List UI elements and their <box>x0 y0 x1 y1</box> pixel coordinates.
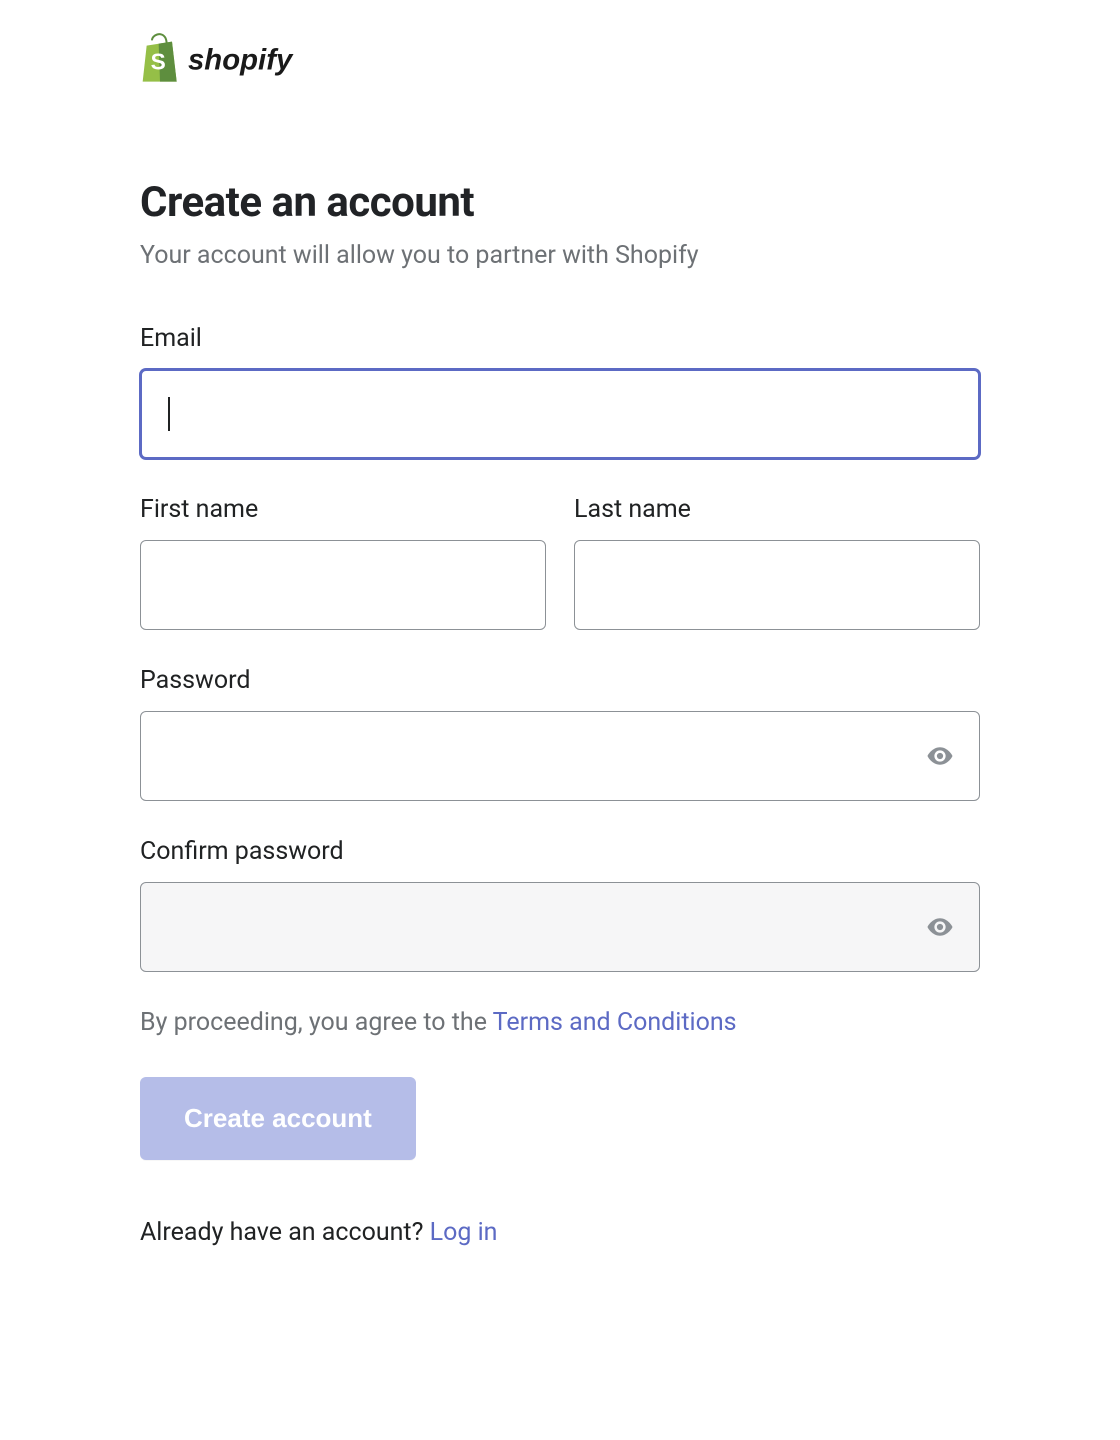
svg-text:S: S <box>151 49 166 75</box>
eye-icon <box>925 912 955 942</box>
email-label: Email <box>140 324 980 353</box>
terms-prefix: By proceeding, you agree to the <box>140 1008 493 1037</box>
text-cursor <box>168 397 170 431</box>
terms-and-conditions-link[interactable]: Terms and Conditions <box>493 1008 737 1037</box>
page-title: Create an account <box>140 178 980 227</box>
toggle-password-visibility-button[interactable] <box>922 738 958 774</box>
page-subtitle: Your account will allow you to partner w… <box>140 241 980 270</box>
create-account-button[interactable]: Create account <box>140 1077 416 1160</box>
last-name-input[interactable] <box>574 540 980 630</box>
eye-icon <box>925 741 955 771</box>
terms-text: By proceeding, you agree to the Terms an… <box>140 1008 980 1037</box>
first-name-input[interactable] <box>140 540 546 630</box>
email-input[interactable] <box>140 369 980 459</box>
brand-logo: S shopify <box>140 30 980 88</box>
confirm-password-input[interactable] <box>140 882 980 972</box>
password-input[interactable] <box>140 711 980 801</box>
shopify-bag-icon: S shopify <box>140 30 340 88</box>
log-in-link[interactable]: Log in <box>430 1218 498 1247</box>
last-name-label: Last name <box>574 495 980 524</box>
login-prompt: Already have an account? Log in <box>140 1218 980 1247</box>
login-prefix: Already have an account? <box>140 1218 430 1247</box>
toggle-confirm-password-visibility-button[interactable] <box>922 909 958 945</box>
first-name-label: First name <box>140 495 546 524</box>
password-label: Password <box>140 666 980 695</box>
confirm-password-label: Confirm password <box>140 837 980 866</box>
brand-wordmark: shopify <box>188 44 294 77</box>
